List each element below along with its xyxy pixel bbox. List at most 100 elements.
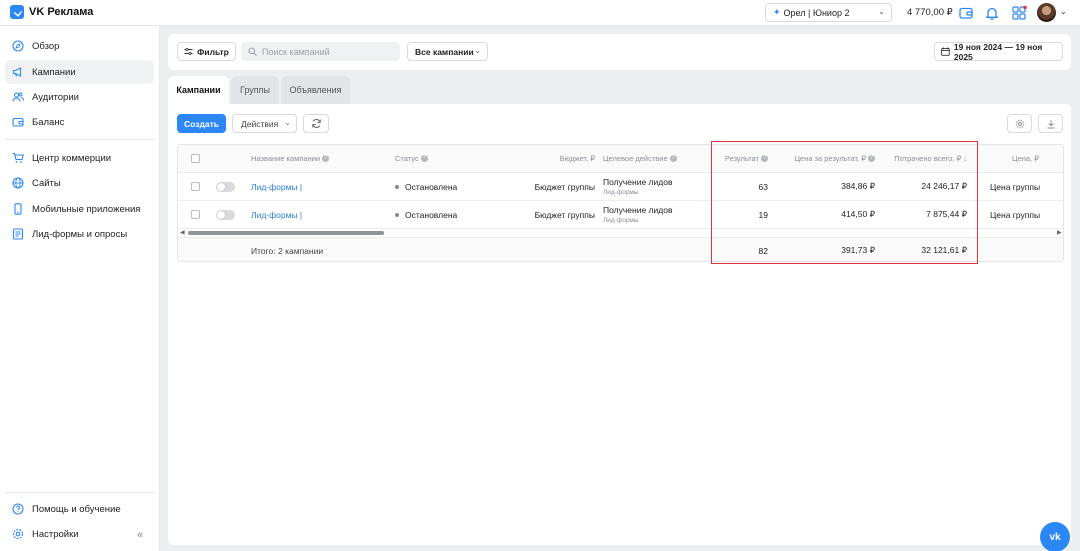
- date-range-picker[interactable]: 19 ноя 2024 — 19 ноя 2025: [934, 42, 1063, 62]
- select-all-checkbox[interactable]: [191, 154, 200, 163]
- sidebar-item-label: Мобильные приложения: [32, 203, 141, 215]
- status-dot: [395, 212, 399, 217]
- sidebar-item-help[interactable]: Помощь и обучение: [5, 497, 154, 521]
- campaign-name-link[interactable]: Лид-формы |: [251, 173, 302, 200]
- scroll-right-icon[interactable]: ▶: [1057, 229, 1062, 236]
- sidebar-divider: [5, 492, 154, 493]
- help-icon[interactable]: ?: [420, 155, 428, 162]
- status-cell: Остановлена: [395, 173, 457, 200]
- app-logo[interactable]: VK Реклама: [10, 5, 93, 19]
- sidebar-item-label: Помощь и обучение: [32, 503, 121, 515]
- sidebar-item-mobile-apps[interactable]: Мобильные приложения: [5, 197, 154, 221]
- download-button[interactable]: [1038, 114, 1063, 133]
- header-label: Статус: [395, 154, 419, 163]
- wallet-icon: [12, 117, 24, 127]
- wallet-icon[interactable]: [958, 5, 974, 21]
- column-header-price[interactable]: Цена, ₽: [978, 145, 1039, 172]
- column-header-name[interactable]: Название кампании?: [251, 145, 330, 172]
- chevron-down-icon[interactable]: ⌄: [1060, 7, 1067, 16]
- row-checkbox[interactable]: [191, 210, 200, 219]
- apps-grid-icon[interactable]: [1011, 5, 1027, 21]
- help-icon[interactable]: ?: [322, 155, 330, 162]
- column-header-goal[interactable]: Целевое действие?: [603, 145, 677, 172]
- vk-support-button[interactable]: vk: [1040, 522, 1070, 551]
- account-select-value: Орел | Юниор 2: [783, 7, 850, 18]
- user-avatar[interactable]: [1037, 3, 1056, 22]
- filter-button[interactable]: Фильтр: [177, 42, 236, 61]
- refresh-button[interactable]: [303, 114, 329, 133]
- scroll-left-icon[interactable]: ◀: [180, 229, 185, 236]
- chevron-down-icon: ⌄: [474, 46, 481, 55]
- highlight-frame: [711, 141, 978, 264]
- campaign-filter-value: Все кампании: [415, 46, 474, 57]
- sidebar-divider: [5, 139, 154, 140]
- help-icon[interactable]: ?: [669, 155, 677, 162]
- sidebar-item-commerce-center[interactable]: Центр коммерции: [5, 146, 154, 170]
- download-icon: [1047, 119, 1054, 128]
- account-select[interactable]: ✦ Орел | Юниор 2 ⌄: [765, 3, 892, 22]
- sidebar-item-lead-forms[interactable]: Лид-формы и опросы: [5, 222, 154, 246]
- search-input[interactable]: [262, 46, 392, 57]
- tab-campaigns[interactable]: Кампании: [168, 76, 229, 104]
- actions-dropdown[interactable]: Действия ⌄: [232, 114, 297, 133]
- tab-groups[interactable]: Группы: [231, 76, 279, 104]
- sidebar-item-label: Баланс: [32, 116, 65, 128]
- column-header-budget[interactable]: Бюджет, ₽: [518, 145, 595, 172]
- sparkle-icon: ✦: [773, 7, 781, 17]
- goal-cell: Получение лидов Лид-формы: [603, 201, 672, 228]
- top-bar: VK Реклама ✦ Орел | Юниор 2 ⌄ 4 770,00 ₽…: [0, 0, 1080, 26]
- campaign-toggle[interactable]: [216, 181, 235, 192]
- tab-label: Объявления: [289, 85, 342, 95]
- goal-subtext: Лид-формы: [603, 217, 639, 224]
- settings-icon: [12, 528, 24, 540]
- sidebar-item-audiences[interactable]: Аудитории: [5, 85, 154, 109]
- status-cell: Остановлена: [395, 201, 457, 228]
- sidebar-item-label: Обзор: [32, 40, 60, 52]
- sliders-icon: [184, 47, 193, 56]
- sidebar-item-label: Аудитории: [32, 91, 79, 103]
- campaign-toggle[interactable]: [216, 209, 235, 220]
- filter-bar: Фильтр Все кампании ⌄ 19 ноя 2024 — 19 н…: [168, 34, 1071, 70]
- gear-icon: [1015, 119, 1024, 128]
- create-button[interactable]: Создать: [177, 114, 226, 133]
- megaphone-icon: [12, 67, 22, 77]
- total-label: Итого: 2 кампании: [251, 245, 324, 256]
- status-text: Остановлена: [405, 181, 458, 192]
- tab-ads[interactable]: Объявления: [281, 76, 350, 104]
- sidebar-item-settings[interactable]: Настройки: [5, 522, 154, 546]
- compass-icon: [12, 40, 24, 52]
- actions-label: Действия: [241, 118, 279, 129]
- refresh-icon: [311, 119, 321, 128]
- campaign-name-link[interactable]: Лид-формы |: [251, 201, 302, 228]
- collapse-sidebar-icon[interactable]: «: [137, 529, 143, 541]
- column-header-status[interactable]: Статус?: [395, 145, 428, 172]
- tab-label: Группы: [240, 85, 270, 95]
- scrollbar-thumb[interactable]: [188, 231, 384, 235]
- header-label: Название кампании: [251, 154, 321, 163]
- balance-value[interactable]: 4 770,00 ₽: [907, 7, 953, 18]
- search-box[interactable]: [241, 42, 400, 61]
- goal-text: Получение лидов: [603, 205, 673, 215]
- filter-button-label: Фильтр: [197, 46, 229, 57]
- sidebar-item-label: Центр коммерции: [32, 152, 112, 164]
- main-area: Фильтр Все кампании ⌄ 19 ноя 2024 — 19 н…: [160, 26, 1080, 551]
- chevron-down-icon: ⌄: [878, 7, 885, 16]
- search-icon: [248, 47, 257, 56]
- row-checkbox[interactable]: [191, 182, 200, 191]
- header-label: Бюджет, ₽: [559, 154, 595, 163]
- campaign-filter-select[interactable]: Все кампании ⌄: [407, 42, 488, 61]
- status-text: Остановлена: [405, 209, 458, 220]
- goal-text: Получение лидов: [603, 177, 673, 187]
- sidebar: Обзор Кампании Аудитории Баланс Центр ко…: [0, 26, 160, 551]
- goal-cell: Получение лидов Лид-формы: [603, 173, 672, 200]
- sidebar-item-overview[interactable]: Обзор: [5, 34, 154, 58]
- table-settings-button[interactable]: [1007, 114, 1032, 133]
- sidebar-item-sites[interactable]: Сайты: [5, 171, 154, 195]
- calendar-icon: [941, 47, 950, 56]
- bell-icon[interactable]: [984, 5, 1000, 21]
- sidebar-item-campaigns[interactable]: Кампании: [5, 60, 154, 84]
- sidebar-item-label: Кампании: [32, 66, 76, 78]
- sidebar-item-balance[interactable]: Баланс: [5, 110, 154, 134]
- users-icon: [12, 92, 24, 102]
- cart-icon: [12, 152, 24, 163]
